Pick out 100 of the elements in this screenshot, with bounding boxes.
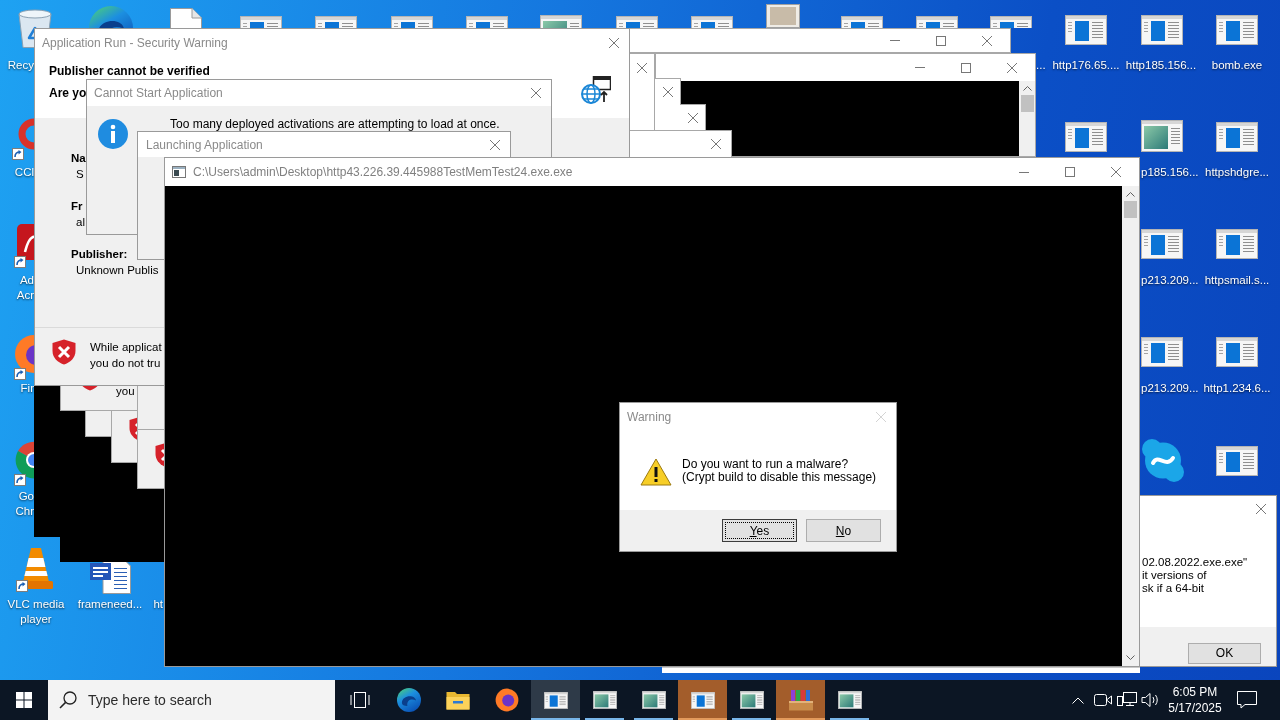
window-icon[interactable]: [315, 16, 357, 28]
camera-icon: [1093, 693, 1112, 707]
window-icon[interactable]: [1216, 337, 1258, 367]
dialog-text: you: [116, 385, 135, 398]
window-icon[interactable]: [1065, 15, 1107, 45]
traffic-cone-icon[interactable]: [16, 546, 56, 592]
window-title: Cannot Start Application: [93, 85, 223, 102]
window-icon[interactable]: [391, 16, 433, 28]
window-icon[interactable]: [466, 16, 508, 28]
warning-question: Are yo: [49, 86, 87, 100]
task-view-icon: [349, 691, 370, 709]
round-logo-icon: [494, 688, 519, 712]
books-stack-icon: [787, 689, 814, 711]
dialog-window: [137, 430, 164, 489]
window-icon[interactable]: [841, 16, 883, 28]
desktop-icon-label[interactable]: p185.156...: [1141, 165, 1199, 180]
window-icon: [690, 691, 715, 709]
minimize-icon: [890, 40, 900, 41]
close-icon: [876, 411, 886, 422]
picture-window-icon[interactable]: [540, 15, 582, 28]
picture-window-icon: [592, 691, 617, 709]
window-icon[interactable]: [691, 16, 733, 28]
window-icon[interactable]: [990, 16, 1032, 28]
clock-time: 6:05 PM: [1172, 684, 1218, 700]
picture-window-icon[interactable]: [1141, 120, 1183, 152]
close-icon: [636, 62, 647, 73]
globe-window-icon: [581, 76, 611, 104]
window-icon: [543, 691, 568, 709]
window-icon[interactable]: [1141, 229, 1183, 259]
desktop-icon-label[interactable]: http1.234.6...: [1200, 381, 1274, 396]
field-value: S: [76, 167, 84, 182]
desktop-icon-label[interactable]: bomb.exe: [1200, 58, 1274, 73]
close-icon: [982, 35, 992, 46]
scrollbar-thumb[interactable]: [1124, 201, 1137, 218]
desktop-icon-label[interactable]: httpshdgre...: [1200, 165, 1274, 180]
window-icon[interactable]: [616, 16, 658, 28]
notice-text: While applicat you do not tru: [90, 340, 162, 371]
scroll-up-icon[interactable]: [1126, 192, 1135, 197]
notification-icon: [1237, 691, 1257, 709]
close-icon: [662, 87, 673, 97]
desktop-icon-label[interactable]: p213.209...: [1141, 273, 1199, 288]
desktop-icon-label[interactable]: http176.65....: [1049, 58, 1123, 73]
field-value: Unknown Publis: [76, 263, 159, 278]
warning-icon: [640, 458, 672, 486]
window-icon[interactable]: [1141, 337, 1183, 367]
warning-heading: Publisher cannot be verified: [49, 64, 210, 78]
window-icon[interactable]: [1141, 15, 1183, 45]
desktop-icon-label[interactable]: p213.209...: [1141, 381, 1199, 396]
window-title: C:\Users\admin\Desktop\http43.226.39.445988TestMemTest24.exe.exe: [193, 164, 573, 181]
dialog-button[interactable]: No: [806, 519, 881, 542]
field-value: al: [76, 215, 85, 230]
start-logo-icon: [16, 692, 32, 708]
clock[interactable]: 6:05 PM 5/17/2025: [1163, 680, 1227, 720]
field-label: Na: [71, 151, 86, 166]
maximize-icon: [961, 62, 971, 73]
search-field[interactable]: Type here to search: [48, 680, 335, 720]
scrollbar-thumb[interactable]: [1020, 95, 1034, 112]
scroll-up-icon[interactable]: [1022, 86, 1032, 91]
window-icon[interactable]: [916, 16, 958, 28]
swirl-logo-icon[interactable]: [89, 6, 133, 28]
search-input[interactable]: Type here to search: [88, 689, 328, 711]
info-icon: [98, 119, 128, 149]
window-title: Launching Application: [145, 136, 263, 154]
window-icon[interactable]: [1216, 122, 1258, 152]
window-icon[interactable]: [1065, 122, 1107, 152]
chevron-up-icon: [1072, 696, 1084, 704]
close-icon: [490, 139, 500, 150]
minimize-icon: [915, 67, 925, 68]
dialog-button[interactable]: Yes: [722, 519, 797, 542]
photo-placeholder[interactable]: [766, 4, 800, 28]
window-icon[interactable]: [240, 16, 282, 28]
folder-icon: [445, 690, 470, 710]
window-icon[interactable]: [1216, 15, 1258, 45]
ok-button[interactable]: OK: [1188, 643, 1261, 664]
network-icon: [1117, 692, 1137, 708]
close-icon: [609, 37, 619, 48]
dialog-message: Do you want to run a malware? (Crypt build to disable this message): [682, 458, 877, 484]
picture-window-icon: [739, 691, 764, 709]
close-icon: [1111, 167, 1121, 177]
window-icon[interactable]: [1216, 229, 1258, 259]
field-label: Fr: [71, 199, 83, 214]
shield-icon: [52, 339, 76, 365]
desktop-icon-label[interactable]: http185.156...: [1124, 58, 1198, 73]
close-button[interactable]: [680, 104, 706, 130]
desktop-icon-label[interactable]: ...: [1036, 58, 1046, 73]
close-icon: [687, 112, 698, 123]
minimize-icon: [1019, 171, 1029, 173]
window-icon: [172, 166, 186, 178]
dialog-message: Too many deployed activations are attempting to load at once.: [170, 117, 500, 131]
picture-window-icon: [837, 691, 862, 709]
scroll-down-icon[interactable]: [1126, 655, 1135, 660]
taskbar-app-button[interactable]: [531, 680, 580, 720]
maximize-icon: [1065, 167, 1075, 177]
maximize-icon: [936, 35, 946, 46]
chat-logo-icon[interactable]: [1141, 438, 1185, 483]
volume-icon: [1141, 692, 1161, 708]
desktop-icon-label[interactable]: httpsmail.s...: [1200, 273, 1274, 288]
window-icon[interactable]: [1216, 446, 1258, 476]
dialog-message: 02.08.2022.exe.exe" it versions of sk if a 64-bit: [1141, 556, 1249, 595]
ring-logo-icon[interactable]: [12, 116, 34, 160]
